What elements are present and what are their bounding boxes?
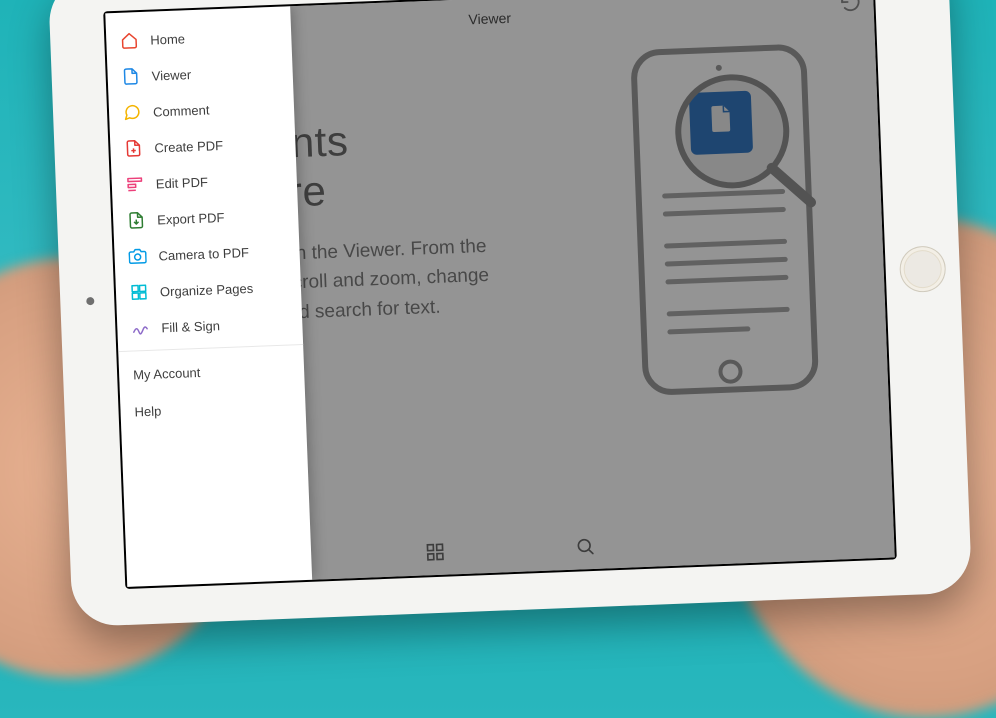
drawer-item-label: Create PDF [154, 137, 223, 155]
drawer-item-label: Camera to PDF [158, 245, 249, 263]
undo-button[interactable] [839, 0, 862, 15]
drawer-item-label: Edit PDF [156, 174, 209, 191]
drawer-item-label: Viewer [151, 67, 191, 84]
onboarding-illustration [587, 39, 861, 429]
edit-icon [126, 175, 145, 194]
create-icon [124, 139, 143, 158]
page-title: Viewer [468, 10, 511, 28]
front-camera [86, 297, 94, 305]
drawer-help[interactable]: Help [120, 386, 306, 430]
camera-icon [128, 247, 147, 266]
export-icon [127, 211, 146, 230]
comment-icon [123, 103, 142, 122]
search-icon[interactable] [575, 535, 596, 561]
drawer-item-label: Fill & Sign [161, 318, 220, 335]
drawer-item-label: Comment [153, 102, 210, 119]
ipad-device: Read documents anywhere Documents open i… [48, 0, 972, 627]
drawer-item-label: Home [150, 31, 185, 47]
sign-icon [131, 319, 150, 338]
organize-icon [130, 283, 149, 302]
drawer-item-label: Export PDF [157, 209, 225, 227]
drawer-item-fill-sign[interactable]: Fill & Sign [117, 304, 303, 347]
app-screen: Read documents anywhere Documents open i… [105, 0, 894, 587]
drawer-item-label: Organize Pages [160, 280, 254, 299]
home-button[interactable] [899, 245, 947, 293]
file-icon [121, 67, 140, 86]
home-icon [120, 31, 139, 50]
side-drawer: Home Viewer Comment [105, 6, 312, 587]
grid-icon[interactable] [425, 541, 446, 567]
